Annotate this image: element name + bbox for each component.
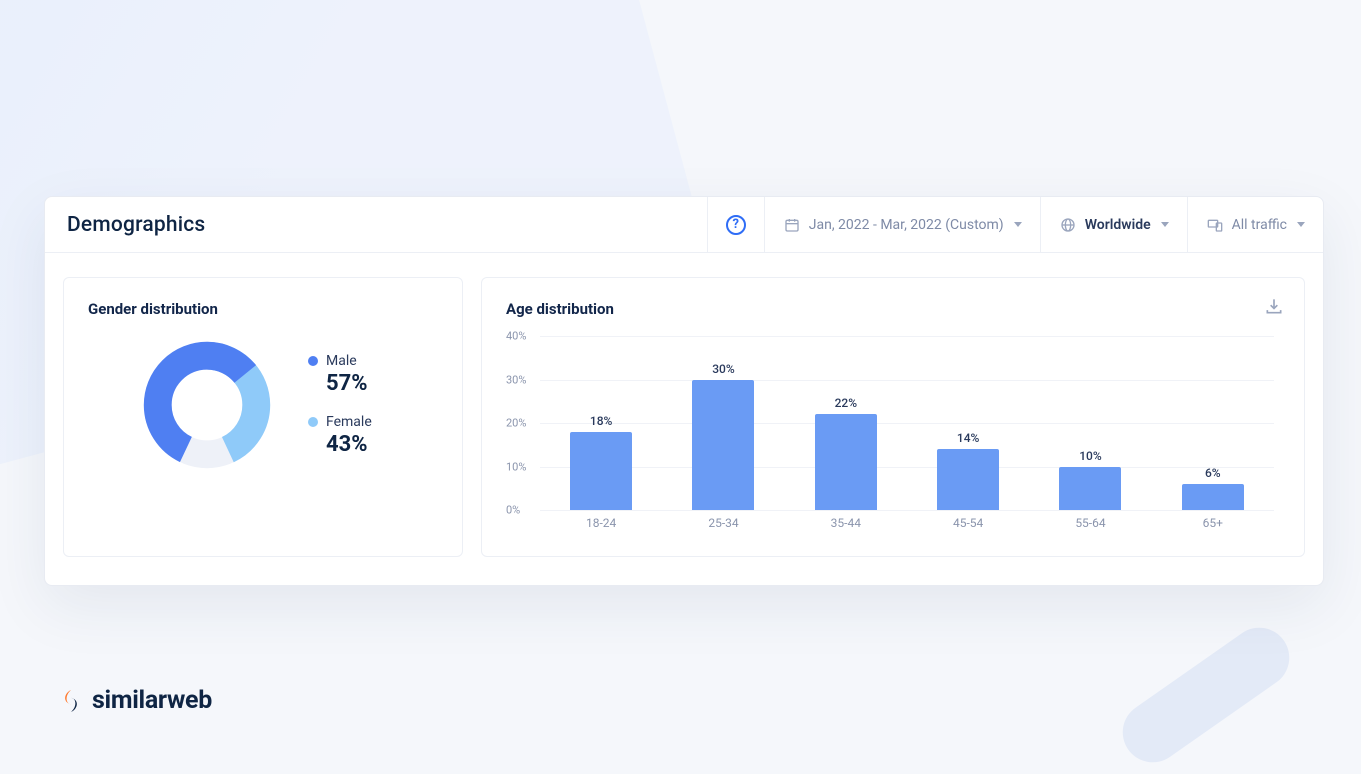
background-pill (1111, 616, 1301, 774)
bar-column: 22% (812, 396, 880, 510)
bar-column: 10% (1056, 449, 1124, 511)
page-title: Demographics (45, 197, 707, 252)
legend-dot-male (308, 356, 318, 366)
y-tick-label: 10% (506, 460, 526, 473)
region-filter[interactable]: Worldwide (1040, 197, 1187, 252)
help-cell: ? (707, 197, 764, 252)
bar-value-label: 14% (957, 431, 979, 445)
legend-label-female: Female (326, 414, 372, 430)
bar (692, 380, 754, 511)
brand-name: similarweb (92, 686, 212, 715)
y-tick-label: 40% (506, 330, 526, 343)
legend-row-female: Female 43% (308, 414, 372, 457)
x-category-label: 25-34 (689, 516, 757, 530)
bar-value-label: 22% (835, 396, 857, 410)
date-range-label: Jan, 2022 - Mar, 2022 (Custom) (809, 217, 1004, 233)
bar-column: 30% (689, 362, 757, 511)
age-plot-area: 0%10%20%30%40%18%30%22%14%10%6% (540, 336, 1274, 510)
bar-column: 6% (1179, 466, 1247, 510)
gender-distribution-card: Gender distribution Male 57 (63, 277, 463, 557)
bar-value-label: 6% (1205, 466, 1221, 480)
bar (1059, 467, 1121, 511)
x-category-label: 35-44 (812, 516, 880, 530)
y-tick-label: 20% (506, 417, 526, 430)
legend-label-male: Male (326, 353, 357, 369)
x-category-label: 18-24 (567, 516, 635, 530)
gender-card-body: Male 57% Female 43% (142, 336, 438, 478)
chevron-down-icon (1014, 222, 1022, 227)
bars-row: 18% 30% 22% 14% 10% 6% (540, 336, 1274, 510)
gender-donut-chart (142, 340, 272, 470)
date-range-filter[interactable]: Jan, 2022 - Mar, 2022 (Custom) (764, 197, 1040, 252)
bar (570, 432, 632, 510)
age-card-title: Age distribution (506, 300, 1280, 318)
legend-value-male: 57% (308, 371, 372, 396)
traffic-filter[interactable]: All traffic (1187, 197, 1323, 252)
demographics-panel: Demographics ? Jan, 2022 - Mar, 2022 (Cu… (44, 196, 1324, 586)
bar-column: 14% (934, 431, 1002, 510)
gender-card-title: Gender distribution (88, 300, 438, 318)
help-icon[interactable]: ? (726, 215, 746, 235)
calendar-icon (783, 216, 801, 234)
devices-icon (1206, 216, 1224, 234)
bar-value-label: 30% (712, 362, 734, 376)
legend-value-female: 43% (308, 432, 372, 457)
age-distribution-card: Age distribution 0% 10% 20% 30% 40% 18% 30% 22%… (481, 277, 1305, 557)
legend-dot-female (308, 417, 318, 427)
bar (815, 414, 877, 510)
panel-body: Gender distribution Male 57 (45, 253, 1323, 585)
gender-legend: Male 57% Female 43% (308, 353, 372, 457)
legend-row-male: Male 57% (308, 353, 372, 396)
bar-value-label: 10% (1079, 449, 1101, 463)
age-x-axis: 18-24 25-34 35-44 45-54 55-64 65+ (540, 510, 1274, 536)
panel-header: Demographics ? Jan, 2022 - Mar, 2022 (Cu… (45, 197, 1323, 253)
x-category-label: 55-64 (1056, 516, 1124, 530)
y-tick-label: 30% (506, 373, 526, 386)
globe-icon (1059, 216, 1077, 234)
bar (937, 449, 999, 510)
chevron-down-icon (1161, 222, 1169, 227)
bar (1182, 484, 1244, 510)
download-icon[interactable] (1264, 296, 1284, 316)
x-category-label: 45-54 (934, 516, 1002, 530)
region-label: Worldwide (1085, 217, 1151, 233)
chevron-down-icon (1297, 222, 1305, 227)
traffic-label: All traffic (1232, 217, 1287, 233)
brand-logo-block: similarweb (58, 686, 212, 715)
x-category-label: 65+ (1179, 516, 1247, 530)
bar-value-label: 18% (590, 414, 612, 428)
y-tick-label: 0% (506, 504, 520, 517)
bar-column: 18% (567, 414, 635, 510)
similarweb-logo-icon (58, 688, 84, 714)
age-bar-chart: 0%10%20%30%40%18%30%22%14%10%6% 18-2425-… (540, 336, 1274, 536)
